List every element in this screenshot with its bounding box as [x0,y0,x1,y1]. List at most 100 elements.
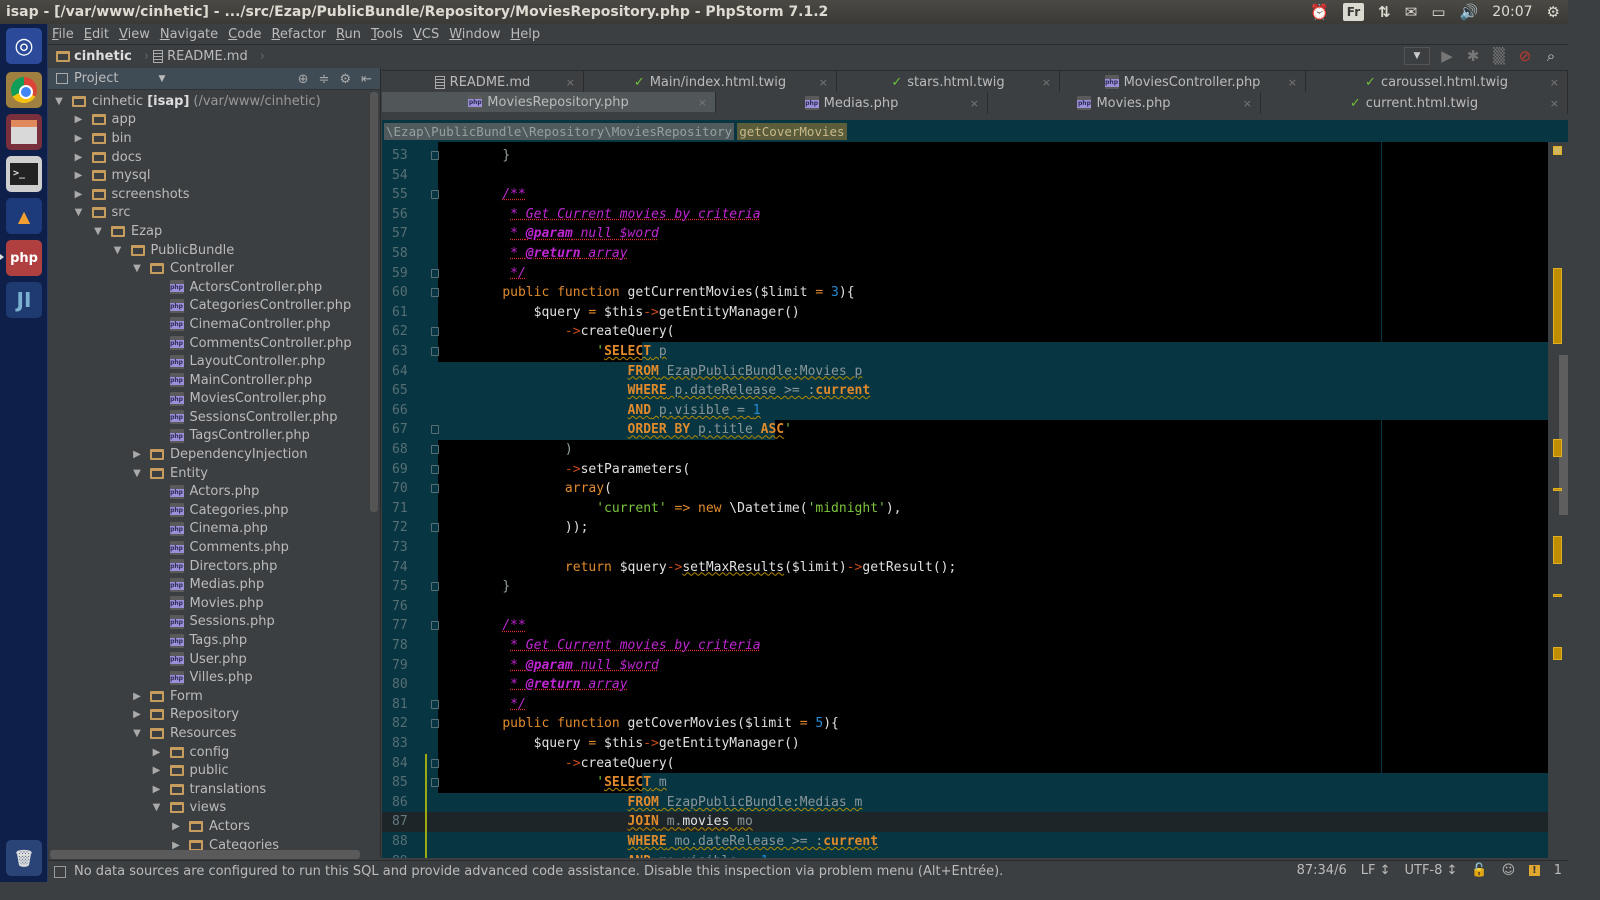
warning-marker[interactable] [1553,647,1562,660]
listen-debug-connections-icon[interactable]: ⊘ [1516,47,1534,65]
tree-file-item[interactable]: SessionsController.php [48,408,368,427]
editor-tab[interactable]: ✓ stars.html.twig × [837,71,1060,93]
collapsed-arrow-icon[interactable]: ▶ [169,840,183,851]
tree-folder-item[interactable]: ▼ views [48,799,368,818]
event-log-count[interactable]: 1 [1554,863,1562,878]
coverage-icon[interactable]: ▒ [1490,47,1508,65]
battery-icon[interactable]: ▭ [1431,0,1445,24]
editor-tab[interactable]: Movies.php × [988,92,1261,114]
code-line[interactable]: 71 'current' => new \Datetime('midnight'… [382,499,1548,519]
fold-marker-icon[interactable] [431,425,439,435]
code-line[interactable]: 88 WHERE mo.dateRelease >= :current [382,832,1548,852]
expanded-arrow-icon[interactable]: ▼ [72,207,86,218]
tree-folder-item[interactable]: ▼ Ezap [48,222,368,241]
close-tab-icon[interactable]: × [566,76,575,89]
network-arrows-icon[interactable]: ⇅ [1378,0,1391,24]
ubuntu-dash-launcher-icon[interactable]: ◎ [6,28,42,64]
editor-tab[interactable]: README.md × [382,71,584,93]
menu-help[interactable]: Help [511,27,541,42]
chrome-launcher-icon[interactable] [6,72,42,108]
code-line[interactable]: 53 } [382,146,1548,166]
tree-file-item[interactable]: Categories.php [48,501,368,520]
breadcrumb-method[interactable]: getCoverMovies [737,122,847,140]
gear-icon[interactable]: ⚙ [339,72,351,87]
code-line[interactable]: 74 return $query->setMaxResults($limit)-… [382,558,1548,578]
collapsed-arrow-icon[interactable]: ▶ [72,170,86,181]
tree-folder-item[interactable]: ▶ app [48,111,368,130]
inspector-hector-icon[interactable]: ☺ [1502,863,1516,878]
code-line[interactable]: 57 * @param null $word [382,224,1548,244]
tree-folder-item[interactable]: ▼ Controller [48,259,368,278]
warning-marker[interactable] [1553,268,1562,344]
tree-folder-item[interactable]: ▶ DependencyInjection [48,445,368,464]
tree-file-item[interactable]: Comments.php [48,538,368,557]
fold-marker-icon[interactable] [431,327,439,337]
collapsed-arrow-icon[interactable]: ▶ [72,114,86,125]
menu-edit[interactable]: Edit [84,27,109,42]
code-line[interactable]: 61 $query = $this->getEntityManager() [382,303,1548,323]
mail-icon[interactable]: ✉ [1405,0,1418,24]
fold-marker-icon[interactable] [431,445,439,454]
close-tab-icon[interactable]: × [819,76,828,89]
expanded-arrow-icon[interactable]: ▼ [150,802,164,813]
vcs-change-marker[interactable] [425,753,427,858]
close-tab-icon[interactable]: × [1243,97,1252,110]
tree-file-item[interactable]: CommentsController.php [48,334,368,353]
code-line[interactable]: 60 public function getCurrentMovies($lim… [382,283,1548,303]
inspection-status-icon[interactable] [1553,146,1562,155]
status-message[interactable]: No data sources are configured to run th… [74,864,1003,879]
lock-icon[interactable]: 🔓 [1471,863,1487,878]
menu-refactor[interactable]: Refactor [271,27,326,42]
fold-marker-icon[interactable] [431,464,439,474]
search-everywhere-icon[interactable]: ⌕ [1542,47,1560,65]
menu-window[interactable]: Window [449,27,500,42]
close-tab-icon[interactable]: × [1550,97,1559,110]
code-line[interactable]: 58 * @return array [382,244,1548,264]
code-line[interactable]: 84 ->createQuery( [382,754,1548,774]
collapsed-arrow-icon[interactable]: ▶ [72,189,86,200]
tree-file-item[interactable]: Actors.php [48,482,368,501]
tree-folder-item[interactable]: ▶ screenshots [48,185,368,204]
nav-crumb-file[interactable]: README.md [153,49,248,64]
tree-file-item[interactable]: Cinema.php [48,520,368,539]
code-line[interactable]: 79 * @param null $word [382,656,1548,676]
code-line[interactable]: 55 /** [382,185,1548,205]
event-log-warning-icon[interactable]: ! [1529,865,1540,876]
tree-folder-item[interactable]: ▶ public [48,761,368,780]
project-view-title[interactable]: Project [74,71,118,86]
run-config-dropdown[interactable]: ▼ [1404,47,1430,65]
project-horizontal-scrollbar[interactable] [50,850,360,859]
collapsed-arrow-icon[interactable]: ▶ [150,784,164,795]
expanded-arrow-icon[interactable]: ▼ [52,96,66,107]
fold-marker-icon[interactable] [431,347,439,356]
code-line[interactable]: 62 ->createQuery( [382,322,1548,342]
collapsed-arrow-icon[interactable]: ▶ [169,821,183,832]
collapsed-arrow-icon[interactable]: ▶ [130,449,144,460]
fold-marker-icon[interactable] [431,484,439,494]
collapsed-arrow-icon[interactable]: ▶ [130,709,144,720]
fold-marker-icon[interactable] [431,523,439,533]
code-line[interactable]: 68 ) [382,440,1548,460]
code-line[interactable]: 59 */ [382,264,1548,284]
tree-file-item[interactable]: Directors.php [48,557,368,576]
code-line[interactable]: 75 } [382,577,1548,597]
menu-run[interactable]: Run [336,27,361,42]
encoding-selector[interactable]: UTF-8 ↕ [1404,863,1457,878]
alarm-clock-icon[interactable]: ⏰ [1310,0,1329,24]
expanded-arrow-icon[interactable]: ▼ [130,468,144,479]
fold-marker-icon[interactable] [431,151,439,160]
collapsed-arrow-icon[interactable]: ▶ [150,765,164,776]
close-tab-icon[interactable]: × [970,97,979,110]
trash-launcher-icon[interactable]: 🗑 [6,840,42,876]
tree-file-item[interactable]: Sessions.php [48,613,368,632]
nav-crumb-project[interactable]: cinhetic [56,49,132,64]
code-line[interactable]: 86 FROM EzapPublicBundle:Medias m [382,792,1548,813]
fold-marker-icon[interactable] [431,582,439,592]
editor-scrollbar-thumb[interactable] [1559,355,1568,515]
debug-bug-icon[interactable]: ✱ [1464,47,1482,65]
tree-folder-item[interactable]: ▶ Repository [48,706,368,725]
menu-code[interactable]: Code [228,27,261,42]
fold-marker-icon[interactable] [431,699,439,709]
warning-marker[interactable] [1553,594,1562,597]
code-line[interactable]: 80 * @return array [382,675,1548,695]
